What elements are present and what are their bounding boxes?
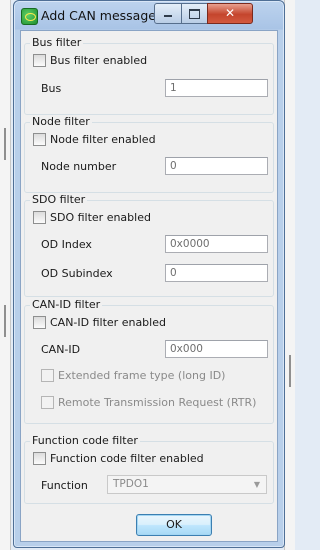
checkbox-label: SDO filter enabled [50,211,151,224]
checkbox-label: Node filter enabled [50,133,156,146]
checkbox-box[interactable] [41,396,54,409]
checkbox-box[interactable] [33,54,46,67]
group-title: CAN-ID filter [30,298,103,311]
checkbox-box[interactable] [33,211,46,224]
ok-button[interactable]: OK [136,514,212,536]
function-select-value: TPDO1 [113,478,149,490]
extended-frame-checkbox[interactable]: Extended frame type (long ID) [41,368,225,383]
node-number-input[interactable]: 0 [165,157,268,175]
sdo-filter-enabled-checkbox[interactable]: SDO filter enabled [33,210,151,225]
background-left-pane [0,0,11,550]
checkbox-box[interactable] [33,316,46,329]
node-filter-enabled-checkbox[interactable]: Node filter enabled [33,132,156,147]
node-number-label: Node number [41,160,117,173]
od-subindex-label: OD Subindex [41,267,113,280]
can-id-input[interactable]: 0x000 [165,340,268,358]
title-bar[interactable]: Add CAN message filter ✕ [14,1,284,30]
od-index-input[interactable]: 0x0000 [165,235,268,253]
group-title: Bus filter [30,36,84,49]
can-id-filter-enabled-checkbox[interactable]: CAN-ID filter enabled [33,315,166,330]
group-title: Function code filter [30,434,140,447]
checkbox-label: Extended frame type (long ID) [58,369,226,382]
sdo-filter-group: SDO filter SDO filter enabled OD Index 0… [24,193,274,297]
background-right-pane [284,0,295,550]
checkbox-label: Function code filter enabled [50,452,204,465]
can-id-label: CAN-ID [41,343,81,356]
minimize-icon [164,15,172,17]
checkbox-box[interactable] [33,452,46,465]
can-id-filter-group: CAN-ID filter CAN-ID filter enabled CAN-… [24,298,274,424]
rtr-checkbox[interactable]: Remote Transmission Request (RTR) [41,395,256,410]
checkbox-label: CAN-ID filter enabled [50,316,166,329]
pane-edge-mark [4,305,6,337]
checkbox-label: Bus filter enabled [50,54,148,67]
checkbox-box[interactable] [41,369,54,382]
pane-edge-mark [4,128,6,160]
dialog-window: Add CAN message filter ✕ Bus filter Bus … [13,0,285,548]
od-subindex-input[interactable]: 0 [165,264,268,282]
close-button[interactable]: ✕ [207,3,253,24]
maximize-button[interactable] [181,3,208,24]
dialog-body: Bus filter Bus filter enabled Bus 1 Node… [20,30,278,542]
bus-input[interactable]: 1 [165,79,268,97]
chevron-down-icon[interactable]: ▼ [254,476,260,493]
minimize-button[interactable] [154,3,182,24]
function-label: Function [41,479,88,492]
checkbox-box[interactable] [33,133,46,146]
maximize-icon [189,9,200,19]
bus-label: Bus [41,82,62,95]
checkbox-label: Remote Transmission Request (RTR) [58,396,257,409]
od-index-label: OD Index [41,238,92,251]
group-title: Node filter [30,115,92,128]
bus-filter-group: Bus filter Bus filter enabled Bus 1 [24,36,274,115]
node-filter-group: Node filter Node filter enabled Node num… [24,115,274,193]
group-title: SDO filter [30,193,88,206]
pane-edge-mark [289,355,291,387]
function-code-filter-group: Function code filter Function code filte… [24,434,274,504]
app-icon [21,8,38,25]
function-select[interactable]: TPDO1 ▼ [107,475,267,494]
bus-filter-enabled-checkbox[interactable]: Bus filter enabled [33,53,147,68]
function-code-filter-enabled-checkbox[interactable]: Function code filter enabled [33,451,204,466]
close-icon: ✕ [224,6,236,20]
